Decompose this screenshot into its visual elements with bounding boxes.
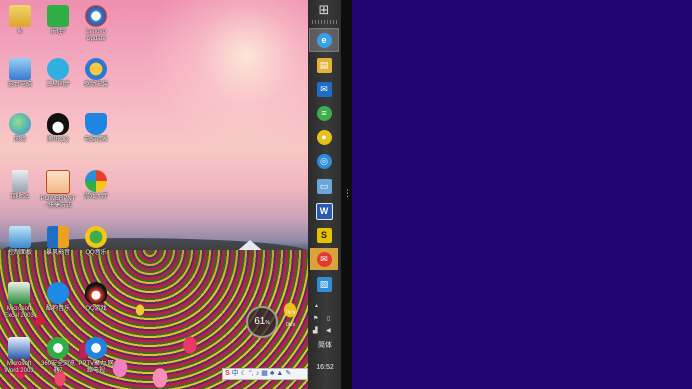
flag-icon[interactable]: ⚑ [313, 315, 318, 322]
taskbar-this-pc[interactable]: ▭ [310, 175, 338, 197]
skin-icon[interactable]: ♣ [270, 369, 275, 379]
network-speed-widget[interactable]: 61% [246, 306, 278, 338]
speed-unit: % [265, 320, 270, 326]
sogou-logo-icon[interactable]: S [225, 369, 230, 379]
desktop-icon-shield-app[interactable]: 电脑管家 [76, 113, 116, 144]
desktop-icon-powerpoint[interactable]: POWERPNT - 快捷方式 [38, 170, 78, 210]
chevron-up-icon[interactable]: ▴ [315, 302, 318, 309]
upload-speed: 0k/s [286, 310, 296, 316]
signal-icon[interactable]: ▟ [313, 327, 318, 334]
taskbar-word[interactable]: W [310, 200, 338, 222]
pptv-icon [85, 337, 107, 359]
photos-icon: ▧ [316, 276, 332, 292]
desktop-icon-qq[interactable]: 腾讯QQ [38, 113, 78, 144]
taskbar-mail[interactable]: ✉ [310, 78, 338, 100]
shield-icon [85, 113, 107, 135]
desktop-icon-storm-player[interactable]: 暴风影音 [38, 226, 78, 257]
desktop-icon-app-green[interactable]: 乐蛙? [38, 5, 78, 36]
metro-app-area [352, 0, 692, 389]
desktop-icon-recycle-bin[interactable]: 回收站 [0, 170, 40, 201]
desktop-icon-word[interactable]: Microsoft Word 2003 [0, 337, 39, 375]
ime-toolbar[interactable]: S 中 ☾ °, ♪ ▦ ♣ ▲ ✎ [222, 368, 308, 380]
moon-icon[interactable]: ☾ [241, 369, 247, 379]
folder-icon: ▤ [316, 57, 332, 73]
browser-icon: ◎ [316, 153, 332, 169]
battery-icon[interactable]: ▯ [327, 315, 330, 322]
keyboard-icon[interactable]: ▦ [261, 369, 268, 379]
desktop-icon-lenovo-update[interactable]: Lenovo Update [76, 5, 116, 43]
kugou-icon [47, 282, 69, 304]
mail-icon: ✉ [316, 251, 332, 267]
music-icon [85, 226, 107, 248]
desktop-icon-control-panel[interactable]: 控制面板 [0, 226, 40, 257]
sogou-icon: S [316, 227, 332, 243]
desktop-icon-qq-game[interactable]: QQ游戏 [76, 282, 116, 313]
ie-icon: e [316, 32, 332, 48]
mic-icon[interactable]: ♪ [256, 369, 260, 379]
desktop-icon-user-folder[interactable]: lk [0, 5, 40, 36]
volume-icon[interactable]: ◀ [326, 327, 331, 334]
desktop-icon-excel[interactable]: Microsoft Excel 2003 [0, 282, 39, 320]
taskbar-browser-blue[interactable]: ◎ [310, 150, 338, 172]
desktop-icon-kugou[interactable]: 酷狗音乐 [38, 282, 78, 313]
desktop-icon-360-browser[interactable]: 360安全浏览 器7 [38, 337, 78, 375]
driver-icon [85, 58, 107, 80]
taskbar-explorer[interactable]: ▤ [310, 54, 338, 76]
download-speed: 0k/s [286, 322, 296, 328]
shirt-icon[interactable]: ▲ [276, 369, 283, 379]
penguin-icon [47, 113, 69, 135]
splitter-grip-icon[interactable]: ⋮ [343, 186, 352, 200]
punctuation-icon[interactable]: °, [249, 369, 254, 379]
butterfly-icon [85, 170, 107, 192]
globe-icon [9, 113, 31, 135]
tools-icon[interactable]: ✎ [285, 369, 291, 379]
taskbar-grip[interactable] [312, 20, 338, 24]
taskbar-360-safe[interactable]: ≡ [310, 102, 338, 124]
ime-chinese-mode[interactable]: 中 [232, 369, 239, 379]
sync-icon [47, 58, 69, 80]
mail-icon: ✉ [316, 81, 332, 97]
speed-percent: 61 [254, 316, 266, 327]
clock[interactable]: 16:52 [311, 364, 339, 371]
excel-icon [8, 282, 30, 304]
computer-icon: ▭ [316, 178, 332, 194]
desktop-icon-pptv[interactable]: PPTV聚力 网 络电视 [76, 337, 116, 375]
taskbar-mail-red[interactable]: ✉ [310, 248, 338, 270]
storm-player-icon [47, 226, 69, 248]
word-icon: W [315, 202, 333, 220]
desktop-icon-games-app[interactable]: 游戏大厅 [76, 170, 116, 201]
desktop-icon-network[interactable]: 网络 [0, 113, 40, 144]
ime-mode-indicator[interactable]: 简体 [313, 340, 337, 350]
sky-glow [150, 0, 308, 160]
folder-icon [9, 5, 31, 27]
taskbar-qq-browser[interactable]: ● [310, 126, 338, 148]
browser-360-icon [47, 337, 69, 359]
lenovo-update-icon [85, 5, 107, 27]
recycle-bin-icon [12, 170, 28, 192]
qq-browser-icon: ● [316, 129, 332, 145]
taskbar-ie[interactable]: e [309, 28, 339, 52]
desktop-icon-this-pc[interactable]: 这台电脑 [0, 58, 40, 89]
control-panel-icon [9, 226, 31, 248]
taskbar-sogou[interactable]: S [310, 224, 338, 246]
windows-icon[interactable]: ⊞ [313, 2, 335, 18]
green-app-icon [47, 5, 69, 27]
desktop-icon-qq-music[interactable]: QQ音乐 [76, 226, 116, 257]
word-icon [8, 337, 30, 359]
desktop-icon-sync-app[interactable]: 三星同步 [38, 58, 78, 89]
qq-game-icon [85, 282, 107, 304]
desktop-icon-driver-app[interactable]: 驱动安装 [76, 58, 116, 89]
taskbar-photos[interactable]: ▧ [310, 273, 338, 295]
360-safe-icon: ≡ [316, 105, 332, 121]
computer-icon [9, 58, 31, 80]
powerpoint-icon [46, 170, 70, 194]
